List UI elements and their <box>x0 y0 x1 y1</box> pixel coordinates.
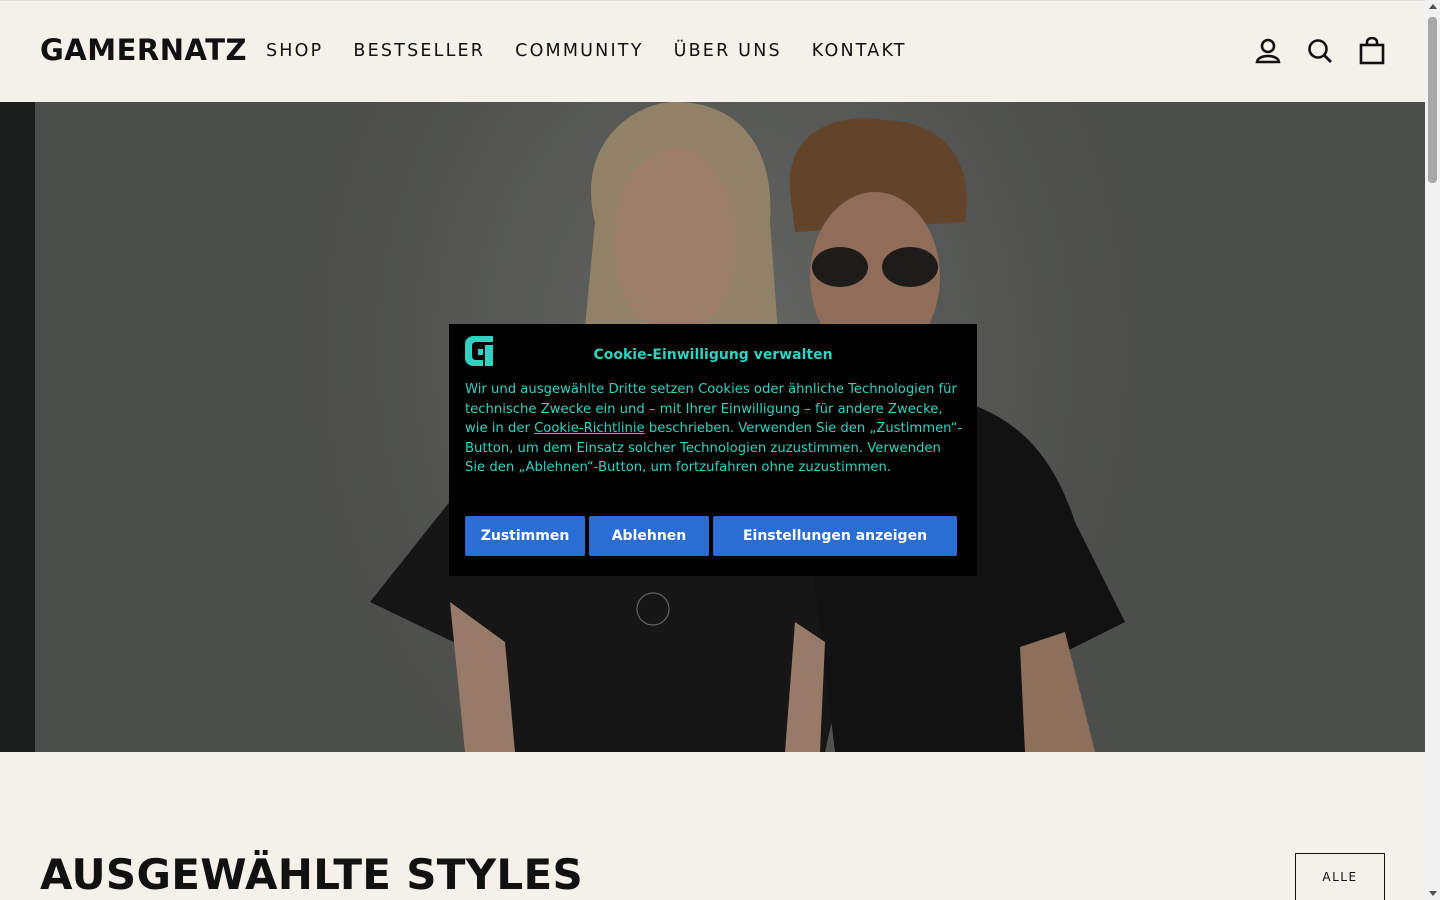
site-header: GAMERNATZ SHOP BESTSELLER COMMUNITY ÜBER… <box>0 0 1425 102</box>
reject-button[interactable]: Ablehnen <box>589 516 709 556</box>
scrollbar[interactable] <box>1425 0 1440 900</box>
nav-item-kontakt[interactable]: KONTAKT <box>812 41 907 61</box>
cookie-policy-link[interactable]: Cookie-Richtlinie <box>534 421 645 436</box>
site-logo[interactable]: GAMERNATZ <box>40 33 247 67</box>
nav-item-bestseller[interactable]: BESTSELLER <box>353 41 485 61</box>
cookie-button-row: Zustimmen Ablehnen Einstellungen anzeige… <box>465 516 957 556</box>
nav-item-shop[interactable]: SHOP <box>266 41 323 61</box>
settings-button[interactable]: Einstellungen anzeigen <box>713 516 957 556</box>
scroll-up-icon[interactable] <box>1429 4 1437 9</box>
section-title: AUSGEWÄHLTE STYLES <box>40 850 584 899</box>
account-icon[interactable] <box>1255 37 1281 65</box>
cookie-consent-dialog: Cookie-Einwilligung verwalten Wir und au… <box>449 324 977 576</box>
scrollbar-thumb[interactable] <box>1428 17 1437 183</box>
hero-slider-edge <box>0 102 35 752</box>
cookie-dialog-text: Wir und ausgewählte Dritte setzen Cookie… <box>465 380 965 478</box>
view-all-button[interactable]: ALLE <box>1295 853 1385 900</box>
accept-button[interactable]: Zustimmen <box>465 516 585 556</box>
cookie-dialog-title: Cookie-Einwilligung verwalten <box>593 347 833 363</box>
nav-item-community[interactable]: COMMUNITY <box>515 41 643 61</box>
cart-icon[interactable] <box>1359 36 1385 65</box>
header-icons <box>1255 36 1385 65</box>
main-nav: SHOP BESTSELLER COMMUNITY ÜBER UNS KONTA… <box>266 41 937 61</box>
scroll-down-icon[interactable] <box>1429 891 1437 896</box>
search-icon[interactable] <box>1307 37 1333 65</box>
nav-item-ueber-uns[interactable]: ÜBER UNS <box>674 41 782 61</box>
